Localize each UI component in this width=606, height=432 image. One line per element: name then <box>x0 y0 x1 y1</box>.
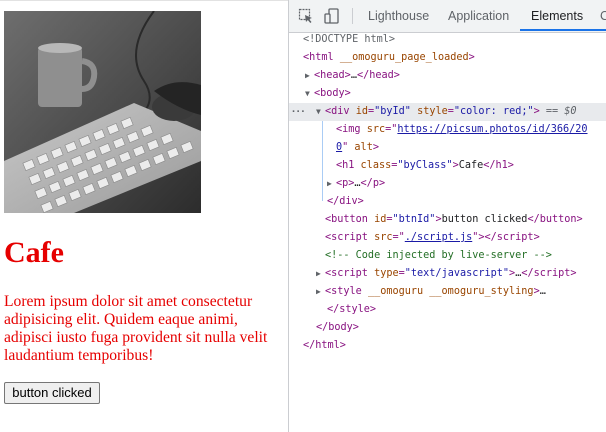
rendered-page: Cafe Lorem ipsum dolor sit amet consecte… <box>0 0 288 432</box>
cafe-photo <box>4 11 201 213</box>
page-heading: Cafe <box>4 236 64 269</box>
more-options-icon[interactable]: ··· <box>292 103 306 121</box>
dom-node-body[interactable]: ▼ <body> <box>305 85 351 103</box>
page-paragraph: Lorem ipsum dolor sit amet consectetur a… <box>4 293 268 364</box>
dom-node-script-inline[interactable]: ▶ <script type="text/javascript">…</scrip… <box>316 265 577 283</box>
dom-node-style[interactable]: ▶ <style __omoguru __omoguru_styling>… <box>316 283 546 301</box>
expand-triangle-icon[interactable]: ▶ <box>316 265 325 283</box>
toolbar-separator <box>352 8 353 24</box>
expand-triangle-icon[interactable]: ▶ <box>327 175 336 193</box>
device-toolbar-icon[interactable] <box>324 8 340 24</box>
divider <box>0 0 288 1</box>
dom-node-div-close[interactable]: </div> <box>327 193 364 211</box>
selected-node-marker: == $0 <box>545 106 577 117</box>
tab-lighthouse[interactable]: Lighthouse <box>368 0 429 32</box>
tab-console[interactable]: C <box>600 0 606 32</box>
collapse-triangle-icon[interactable]: ▼ <box>316 103 325 121</box>
tree-guide-line <box>322 121 323 201</box>
dom-node-doctype[interactable]: <!DOCTYPE html> <box>303 31 395 49</box>
dom-node-img[interactable]: <img src="https://picsum.photos/id/366/2… <box>336 121 588 139</box>
dom-node-img-continued[interactable]: 0" alt> <box>336 139 379 157</box>
devtools-panel: Lighthouse Application Elements C ··· <!… <box>288 0 606 432</box>
dom-node-style-close[interactable]: </style> <box>327 301 376 319</box>
tab-elements[interactable]: Elements <box>531 0 583 32</box>
img-src-link[interactable]: https://picsum.photos/id/366/20 <box>397 124 587 135</box>
devtools-toolbar: Lighthouse Application Elements C <box>289 0 606 33</box>
dom-node-html[interactable]: <html __omoguru_page_loaded> <box>303 49 475 67</box>
dom-node-comment[interactable]: <!-- Code injected by live-server --> <box>325 247 552 265</box>
dom-node-script-src[interactable]: <script src="./script.js"></script> <box>325 229 540 247</box>
expand-triangle-icon[interactable]: ▶ <box>316 283 325 301</box>
collapse-triangle-icon[interactable]: ▼ <box>305 85 314 103</box>
dom-node-p[interactable]: ▶ <p>…</p> <box>327 175 385 193</box>
inspect-element-icon[interactable] <box>298 8 314 24</box>
dom-node-html-close[interactable]: </html> <box>303 337 346 355</box>
dom-node-h1[interactable]: <h1 class="byClass">Cafe</h1> <box>336 157 514 175</box>
dom-node-div-selected[interactable]: ▼ <div id="byId" style="color: red;"> == … <box>316 103 577 121</box>
clicked-button[interactable]: button clicked <box>4 382 100 404</box>
tab-application[interactable]: Application <box>448 0 509 32</box>
dom-node-head[interactable]: ▶ <head>…</head> <box>305 67 400 85</box>
dom-node-button[interactable]: <button id="btnId">button clicked</butto… <box>325 211 583 229</box>
script-src-link[interactable]: ./script.js <box>405 232 472 243</box>
expand-triangle-icon[interactable]: ▶ <box>305 67 314 85</box>
active-tab-indicator <box>520 29 606 31</box>
dom-node-body-close[interactable]: </body> <box>316 319 359 337</box>
